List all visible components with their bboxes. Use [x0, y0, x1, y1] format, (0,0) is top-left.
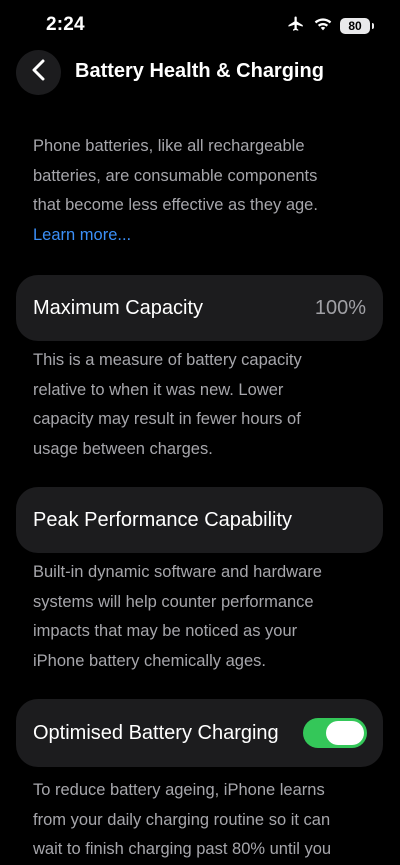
intro-line: batteries, are consumable components: [33, 166, 318, 185]
max-capacity-row: Maximum Capacity 100%: [16, 275, 383, 341]
max-capacity-value: 100%: [314, 296, 366, 319]
description-line: Built-in dynamic software and hardware: [33, 563, 322, 581]
peak-performance-description: Built-in dynamic software and hardware s…: [33, 558, 368, 676]
optimised-charging-toggle[interactable]: [303, 718, 367, 748]
status-time: 2:24: [46, 14, 85, 35]
max-capacity-description: This is a measure of battery capacity re…: [33, 346, 368, 464]
description-line: impacts that may be noticed as your: [33, 622, 298, 640]
optimised-charging-row: Optimised Battery Charging: [16, 699, 383, 767]
page-title: Battery Health & Charging: [75, 60, 324, 82]
chevron-left-icon: [31, 59, 47, 86]
wifi-icon: [314, 17, 332, 36]
description-line: To reduce battery ageing, iPhone learns: [33, 781, 325, 799]
status-bar: 2:24 80: [0, 0, 400, 50]
learn-more-link[interactable]: Learn more...: [33, 221, 131, 251]
toggle-knob: [326, 721, 364, 745]
optimised-charging-description: To reduce battery ageing, iPhone learns …: [33, 776, 368, 865]
intro-description: Phone batteries, like all rechargeable b…: [33, 132, 368, 250]
status-icons: 80: [286, 15, 374, 38]
peak-performance-row[interactable]: Peak Performance Capability: [16, 487, 383, 553]
description-line: This is a measure of battery capacity: [33, 351, 302, 369]
nav-bar: Battery Health & Charging: [0, 48, 400, 98]
optimised-charging-label: Optimised Battery Charging: [33, 721, 279, 744]
intro-line: Phone batteries, like all rechargeable: [33, 137, 305, 155]
airplane-icon: [286, 15, 306, 38]
peak-performance-label: Peak Performance Capability: [33, 508, 293, 531]
intro-line: that become less effective as they age.: [33, 196, 318, 214]
description-line: usage between charges.: [33, 439, 213, 458]
description-line: capacity may result in fewer hours of: [33, 410, 301, 428]
battery-icon: 80: [340, 18, 374, 34]
description-line: wait to finish charging past 80% until y…: [33, 840, 332, 858]
description-line: iPhone battery chemically ages.: [33, 651, 266, 670]
battery-level: 80: [348, 19, 362, 33]
description-line: relative to when it was new. Lower: [33, 380, 284, 399]
description-line: systems will help counter performance: [33, 592, 314, 611]
back-button[interactable]: [16, 50, 61, 95]
description-line: from your daily charging routine so it c…: [33, 810, 331, 829]
max-capacity-label: Maximum Capacity: [33, 296, 204, 319]
